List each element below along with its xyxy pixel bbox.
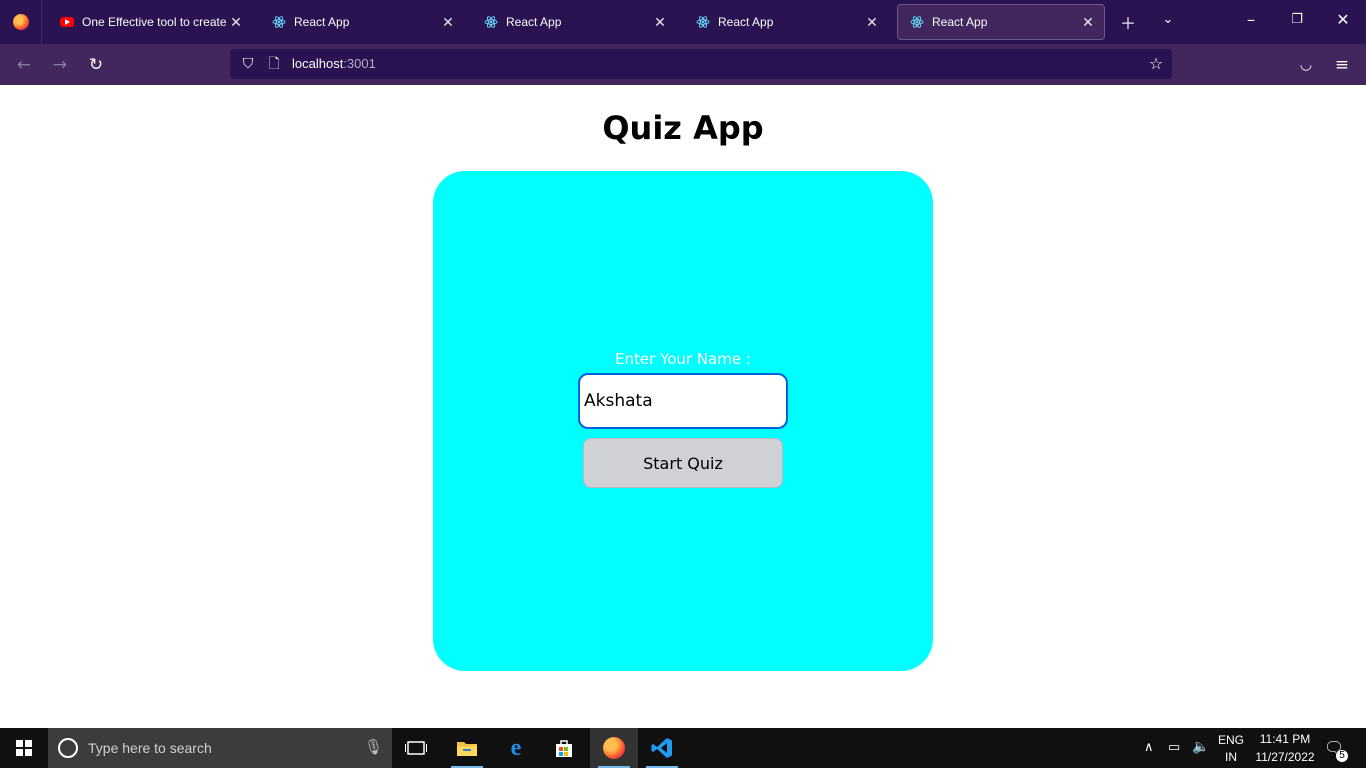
page-icon[interactable]: 🗋 [262, 52, 286, 76]
react-icon [484, 15, 498, 29]
start-button[interactable] [0, 728, 48, 768]
tab-youtube[interactable]: One Effective tool to create R ✕ [48, 4, 252, 40]
volume-icon[interactable]: 🔈 [1192, 738, 1209, 755]
minimize-icon[interactable]: – [1239, 10, 1263, 29]
close-icon[interactable]: ✕ [652, 14, 668, 31]
edge-icon: e [510, 734, 522, 761]
store-icon [556, 740, 572, 757]
page-content: Quiz App Enter Your Name : Start Quiz [0, 85, 1366, 728]
tab-react-app-3[interactable]: React App ✕ [684, 4, 888, 40]
name-label: Enter Your Name : [615, 350, 751, 368]
store-button[interactable] [540, 728, 588, 768]
youtube-icon [60, 15, 74, 29]
menu-hamburger-icon[interactable]: ≡ [1330, 53, 1354, 77]
page-title: Quiz App [602, 109, 764, 147]
reload-icon[interactable]: ↻ [84, 53, 108, 77]
vscode-button[interactable] [638, 728, 686, 768]
tab-bar: One Effective tool to create R ✕ React A… [0, 0, 1366, 44]
tab-label: One Effective tool to create R [82, 15, 228, 29]
tab-label: React App [718, 15, 774, 29]
shield-icon[interactable]: ⛉ [236, 52, 260, 76]
vscode-icon [651, 738, 672, 758]
close-icon[interactable]: ✕ [1080, 14, 1096, 31]
react-icon [910, 15, 924, 29]
battery-icon[interactable]: ▭ [1168, 739, 1180, 755]
url-bar[interactable]: ⛉ 🗋 localhost:3001 ☆ [230, 49, 1172, 79]
windows-icon [16, 740, 32, 756]
edge-button[interactable]: e [492, 728, 540, 768]
microphone-icon[interactable]: 🎙 [364, 738, 383, 756]
new-tab-icon[interactable]: ＋ [1116, 10, 1140, 34]
show-hidden-icons-chevron-icon[interactable]: ∧ [1144, 739, 1154, 755]
back-arrow-icon[interactable]: ← [12, 53, 36, 77]
clock-time[interactable]: 11:41 PM [1250, 732, 1320, 746]
task-view-button[interactable] [392, 728, 440, 768]
pocket-icon[interactable]: ◡ [1294, 53, 1318, 77]
firefox-icon [603, 737, 625, 759]
language-indicator-top[interactable]: ENG [1216, 733, 1246, 747]
tab-react-app-1[interactable]: React App ✕ [260, 4, 464, 40]
navigation-toolbar: ← → ↻ ⛉ 🗋 localhost:3001 ☆ ◡ ≡ [0, 44, 1366, 85]
folder-icon [457, 742, 477, 756]
windows-taskbar: Type here to search 🎙 e ∧ ▭ 🔈 ENG IN 11:… [0, 728, 1366, 768]
firefox-menu-button[interactable] [0, 0, 42, 44]
close-icon[interactable]: ✕ [228, 14, 244, 31]
bookmark-star-icon[interactable]: ☆ [1144, 52, 1168, 76]
window-close-icon[interactable]: ✕ [1331, 10, 1355, 29]
tab-label: React App [932, 15, 988, 29]
cortana-icon [58, 738, 78, 758]
react-icon [272, 15, 286, 29]
notification-count-badge: 5 [1336, 750, 1348, 762]
react-icon [696, 15, 710, 29]
name-input[interactable] [578, 373, 788, 429]
task-view-icon [405, 741, 427, 755]
tab-label: React App [294, 15, 350, 29]
close-icon[interactable]: ✕ [440, 14, 456, 31]
start-quiz-button[interactable]: Start Quiz [583, 438, 783, 488]
file-explorer-button[interactable] [443, 728, 491, 768]
firefox-taskbar-button[interactable] [590, 728, 638, 768]
firefox-icon [12, 14, 29, 30]
tab-react-app-active[interactable]: React App ✕ [897, 4, 1105, 40]
list-all-tabs-icon[interactable]: ⌄ [1156, 12, 1180, 27]
close-icon[interactable]: ✕ [864, 14, 880, 31]
quiz-card: Enter Your Name : Start Quiz [433, 171, 933, 671]
search-placeholder: Type here to search [88, 740, 212, 756]
forward-arrow-icon[interactable]: → [48, 53, 72, 77]
tab-react-app-2[interactable]: React App ✕ [472, 4, 676, 40]
restore-icon[interactable]: ❐ [1285, 12, 1309, 27]
clock-date[interactable]: 11/27/2022 [1248, 750, 1322, 764]
taskbar-search-box[interactable]: Type here to search 🎙 [48, 728, 392, 768]
tab-label: React App [506, 15, 562, 29]
language-indicator-bottom[interactable]: IN [1216, 750, 1246, 764]
url-text[interactable]: localhost:3001 [292, 56, 376, 71]
